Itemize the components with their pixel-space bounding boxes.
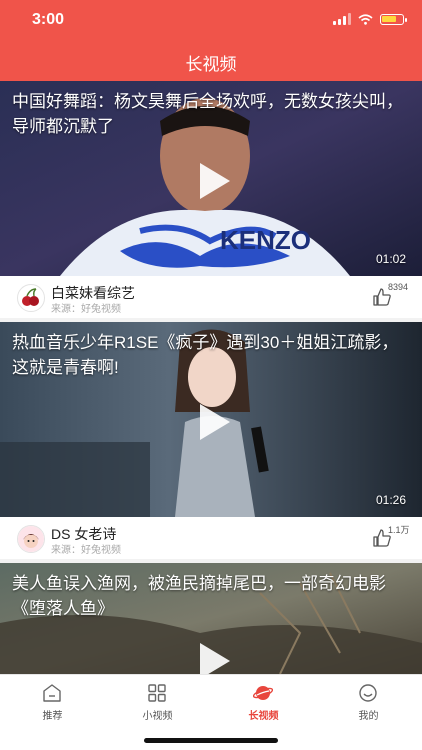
battery-icon	[380, 13, 407, 25]
planet-icon	[253, 686, 273, 700]
play-icon[interactable]	[190, 159, 234, 203]
status-icons	[333, 13, 407, 25]
video-title[interactable]: 热血音乐少年R1SE《疯子》遇到30＋姐姐江疏影，这就是青春啊!	[12, 330, 410, 380]
tab-mine[interactable]: 我的	[316, 675, 421, 735]
video-title[interactable]: 美人鱼误入渔网，被渔民摘掉尾巴，一部奇幻电影《堕落人鱼》	[12, 571, 410, 621]
tab-label: 小视频	[142, 711, 173, 722]
video-duration: 01:02	[375, 252, 406, 266]
cherry-icon[interactable]	[17, 284, 45, 312]
video-thumbnail[interactable]: KENZO 中国好舞蹈：杨文昊舞后全场欢呼，无数女孩尖叫，导师都沉默了 01:0…	[0, 81, 422, 276]
nav-bar: 长视频	[0, 40, 422, 81]
play-icon[interactable]	[190, 400, 234, 444]
cartoon-girl-icon[interactable]	[17, 525, 45, 553]
video-card[interactable]: 美人鱼误入渔网，被渔民摘掉尾巴，一部奇幻电影《堕落人鱼》	[0, 563, 422, 674]
tab-short-video[interactable]: 小视频	[105, 675, 210, 735]
grid-icon	[148, 684, 166, 702]
like-count: 1.1万	[388, 525, 410, 535]
status-time: 3:00	[32, 11, 65, 28]
source-label: 来源：好兔视频	[51, 304, 121, 315]
tab-long-video[interactable]: 长视频	[211, 675, 316, 735]
video-thumbnail[interactable]: 热血音乐少年R1SE《疯子》遇到30＋姐姐江疏影，这就是青春啊! 01:26	[0, 322, 422, 517]
video-card[interactable]: 热血音乐少年R1SE《疯子》遇到30＋姐姐江疏影，这就是青春啊! 01:26 D…	[0, 322, 422, 559]
page-title: 长视频	[185, 55, 237, 74]
video-feed[interactable]: KENZO 中国好舞蹈：杨文昊舞后全场欢呼，无数女孩尖叫，导师都沉默了 01:0…	[0, 81, 422, 674]
smiley-icon	[359, 684, 377, 702]
svg-text:KENZO: KENZO	[220, 225, 311, 255]
tab-label: 长视频	[248, 711, 279, 722]
tab-label: 我的	[358, 711, 379, 722]
video-duration: 01:26	[375, 493, 406, 507]
home-icon	[43, 684, 61, 702]
source-label: 来源：好兔视频	[51, 545, 121, 556]
video-meta: 白菜妹看综艺 来源：好兔视频 8394	[0, 276, 422, 318]
play-icon[interactable]	[190, 639, 234, 674]
tab-recommend[interactable]: 推荐	[0, 675, 105, 735]
signal-icon	[333, 13, 351, 25]
wifi-icon	[358, 13, 373, 25]
video-title[interactable]: 中国好舞蹈：杨文昊舞后全场欢呼，无数女孩尖叫，导师都沉默了	[12, 89, 410, 139]
status-bar: 3:00	[0, 0, 422, 40]
video-card[interactable]: KENZO 中国好舞蹈：杨文昊舞后全场欢呼，无数女孩尖叫，导师都沉默了 01:0…	[0, 81, 422, 318]
tab-label: 推荐	[42, 711, 63, 722]
home-indicator	[144, 738, 278, 743]
video-thumbnail[interactable]: 美人鱼误入渔网，被渔民摘掉尾巴，一部奇幻电影《堕落人鱼》	[0, 563, 422, 674]
video-meta: DS 女老诗 来源：好兔视频 1.1万	[0, 517, 422, 559]
like-count: 8394	[388, 282, 409, 292]
